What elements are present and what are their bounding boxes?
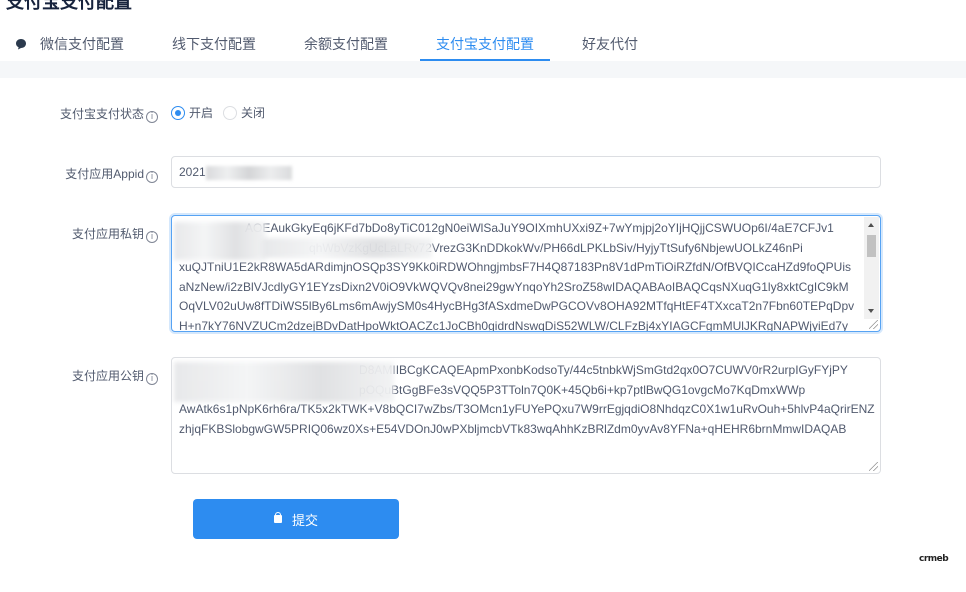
private-key-scrollbar[interactable] (864, 217, 879, 319)
resize-handle-icon[interactable] (869, 462, 878, 471)
redacted-mask (205, 165, 292, 180)
private-key-label-text: 支付应用私钥 (71, 227, 144, 241)
scroll-up-arrow-icon[interactable] (868, 223, 874, 227)
tab-wechat-pay[interactable]: 微信支付配置 (40, 34, 124, 61)
status-radio-off[interactable]: 关闭 (223, 104, 265, 121)
tab-friend-pay[interactable]: 好友代付 (582, 34, 638, 61)
status-label: 支付宝支付状态 i (60, 105, 158, 123)
public-key-line: AwAtk6s1pNpK6rh6ra/TK5x2kTWK+V8bQCI7wZbs… (179, 402, 875, 416)
tab-bar: 微信支付配置 线下支付配置 余额支付配置 支付宝支付配置 好友代付 (0, 28, 966, 61)
public-key-line: zhjqFKBSlobgwGW5PRIQ06wz0Xs+E54VDOnJ0wPX… (179, 421, 847, 436)
private-key-label: 支付应用私钥 i (72, 225, 158, 243)
appid-value: 2021 (179, 165, 206, 179)
public-key-label: 支付应用公钥 i (72, 367, 158, 385)
appid-input[interactable]: 2021 (171, 156, 881, 188)
public-key-textarea[interactable]: D8AMIIBCgKCAQEApmPxonbKodsoTy/44c5tnbkWj… (171, 357, 881, 474)
radio-unchecked-icon (223, 105, 238, 120)
private-key-line: xuQJTniU1E2kR8WA5dARdimjnOSQp3SY9Kk0iRDW… (179, 260, 852, 274)
info-circle-icon[interactable]: i (146, 373, 158, 385)
radio-off-label: 关闭 (241, 106, 266, 120)
info-circle-icon[interactable]: i (146, 111, 158, 123)
status-radio-group: 开启 关闭 (171, 104, 275, 121)
chat-bubble-icon (16, 39, 26, 50)
radio-checked-icon (171, 105, 185, 120)
status-label-text: 支付宝支付状态 (59, 107, 144, 121)
private-key-line: aNzNew/i2zBlVJcdlyGY1EYzsDixn2V0iO9VkWQV… (179, 279, 849, 294)
appid-label: 支付应用Appid i (65, 165, 158, 183)
redacted-mask (174, 222, 266, 260)
private-key-line: H+n7kY76NVZUCm2dzejBDvDatHpoWktOACZc1JoC… (179, 318, 848, 332)
resize-handle-icon[interactable] (869, 320, 878, 329)
tab-offline-pay[interactable]: 线下支付配置 (172, 34, 256, 61)
info-circle-icon[interactable]: i (146, 171, 158, 183)
private-key-line: AOEAukGkyEq6jKFd7bDo8yTiC012gN0eiWlSaJuY… (179, 221, 834, 235)
tab-balance-pay[interactable]: 余额支付配置 (304, 34, 388, 61)
status-radio-on[interactable]: 开启 (171, 104, 213, 121)
submit-label: 提交 (291, 512, 318, 528)
public-key-label-text: 支付应用公钥 (71, 369, 144, 383)
scroll-thumb[interactable] (867, 235, 876, 257)
page-title: 支付宝支付配置 (6, 0, 132, 12)
scroll-down-arrow-icon[interactable] (868, 309, 874, 313)
appid-label-text: 支付应用Appid (65, 167, 144, 181)
redacted-mask (174, 362, 394, 402)
lock-icon (273, 512, 282, 523)
private-key-line: OqVLV02uUw8fTDiWS5lBy6Lms6mAwjySM0s4HycB… (179, 299, 855, 313)
brand-logo: crmeb (919, 554, 949, 564)
submit-button[interactable]: 提交 (193, 499, 399, 539)
section-divider (0, 61, 966, 78)
tab-alipay[interactable]: 支付宝支付配置 (436, 34, 534, 61)
radio-on-label: 开启 (189, 106, 214, 120)
redacted-mask (262, 238, 432, 258)
info-circle-icon[interactable]: i (146, 231, 158, 243)
private-key-textarea[interactable]: AOEAukGkyEq6jKFd7bDo8yTiC012gN0eiWlSaJuY… (171, 215, 881, 332)
